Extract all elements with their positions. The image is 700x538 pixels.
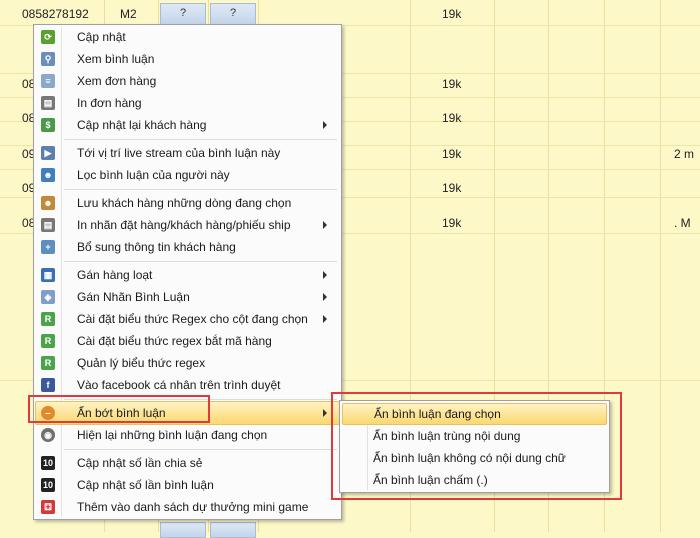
magnifier-icon: ⚲ [41,52,55,66]
menu-item-regex-column[interactable]: R Cài đặt biểu thức Regex cho cột đang c… [36,308,339,330]
cell-code[interactable]: M2 [120,7,137,21]
filter-user-icon: ☻ [41,168,55,182]
cell-right-text[interactable]: 2 m [674,147,694,161]
cell-price[interactable]: 19k [442,77,461,91]
tag-icon: ◈ [41,290,55,304]
submenu-arrow-icon [323,271,327,279]
printer-icon: ▤ [41,96,55,110]
regex-icon: R [41,356,55,370]
document-icon: ≡ [41,74,55,88]
menu-item-update-comment-count[interactable]: 10 Cập nhật số lần bình luận [36,474,339,496]
menu-item-view-comments[interactable]: ⚲ Xem bình luận [36,48,339,70]
menu-item-label: Cập nhật [77,30,126,44]
menu-item-update-customer[interactable]: $ Cập nhật lại khách hàng [36,114,339,136]
facebook-icon: f [41,378,55,392]
menu-item-label: Vào facebook cá nhân trên trình duyệt [77,378,281,392]
submenu-arrow-icon [323,221,327,229]
menu-item-label: In nhãn đặt hàng/khách hàng/phiếu ship [77,218,291,232]
menu-item-print-labels[interactable]: ▤ In nhãn đặt hàng/khách hàng/phiếu ship [36,214,339,236]
cell-price[interactable]: 19k [442,111,461,125]
menu-item-show-comments[interactable]: ◉ Hiện lại những bình luận đang chọn [36,424,339,446]
menu-item-label: Xem bình luận [77,52,155,66]
regex-icon: R [41,312,55,326]
dice-icon: ⚃ [41,500,55,514]
menu-item-label: Thêm vào danh sách dự thưởng mini game [77,500,309,514]
menu-item-label: Xem đơn hàng [77,74,157,88]
menu-separator [64,139,337,140]
menu-item-label: Bổ sung thông tin khách hàng [77,240,236,254]
menu-separator [64,189,337,190]
menu-item-manage-regex[interactable]: R Quản lý biểu thức regex [36,352,339,374]
menu-item-update-shares[interactable]: 10 Cập nhật số lần chia sẻ [36,452,339,474]
submenu-arrow-icon [323,315,327,323]
submenu-arrow-icon [323,409,327,417]
cell-right-text[interactable]: . M [674,216,691,230]
menu-item-add-customer-info[interactable]: + Bổ sung thông tin khách hàng [36,236,339,258]
add-info-icon: + [41,240,55,254]
cell-question-button-1[interactable]: ? [160,3,206,25]
save-customer-icon: ☻ [41,196,55,210]
cell-question-button-bottom-1[interactable] [160,522,206,538]
cell-phone[interactable]: 0858278192 [22,7,89,21]
menu-item-regex-product-code[interactable]: R Cài đặt biểu thức regex bắt mã hàng [36,330,339,352]
menu-item-tag-comments[interactable]: ◈ Gán Nhãn Bình Luận [36,286,339,308]
context-menu: ⟳ Cập nhật ⚲ Xem bình luận ≡ Xem đơn hàn… [33,24,342,520]
menu-item-label: Cập nhật số lần bình luận [77,478,214,492]
cell-price[interactable]: 19k [442,216,461,230]
menu-item-view-orders[interactable]: ≡ Xem đơn hàng [36,70,339,92]
cell-question-button-bottom-2[interactable] [210,522,256,538]
menu-item-print-order[interactable]: ▤ In đơn hàng [36,92,339,114]
menu-item-update[interactable]: ⟳ Cập nhật [36,26,339,48]
menu-item-label: Gán Nhãn Bình Luận [77,290,190,304]
eye-icon: ◉ [41,428,55,442]
menu-item-save-customers[interactable]: ☻ Lưu khách hàng những dòng đang chọn [36,192,339,214]
submenu-arrow-icon [323,293,327,301]
cell-price[interactable]: 19k [442,7,461,21]
menu-item-label: Tới vị trí live stream của bình luận này [77,146,281,160]
print-label-icon: ▤ [41,218,55,232]
menu-item-label: Lưu khách hàng những dòng đang chọn [77,196,292,210]
menu-item-batch-assign[interactable]: ▦ Gán hàng loạt [36,264,339,286]
counter-icon: 10 [41,478,55,492]
annotation-box-hide-item [28,395,210,423]
menu-separator [64,261,337,262]
stream-position-icon: ▶ [41,146,55,160]
menu-item-label: Lọc bình luận của người này [77,168,230,182]
cell-price[interactable]: 19k [442,181,461,195]
menu-item-label: Cài đặt biểu thức Regex cho cột đang chọ… [77,312,308,326]
counter-icon: 10 [41,456,55,470]
menu-item-label: Quản lý biểu thức regex [77,356,206,370]
menu-item-minigame[interactable]: ⚃ Thêm vào danh sách dự thưởng mini game [36,496,339,518]
customer-update-icon: $ [41,118,55,132]
menu-item-label: Cập nhật số lần chia sẻ [77,456,203,470]
batch-assign-icon: ▦ [41,268,55,282]
annotation-box-submenu [331,392,622,500]
menu-item-label: Hiện lại những bình luận đang chọn [77,428,268,442]
menu-item-label: Gán hàng loạt [77,268,153,282]
menu-item-open-facebook[interactable]: f Vào facebook cá nhân trên trình duyệt [36,374,339,396]
submenu-arrow-icon [323,121,327,129]
menu-item-filter-user[interactable]: ☻ Lọc bình luận của người này [36,164,339,186]
menu-item-go-to-stream[interactable]: ▶ Tới vị trí live stream của bình luận n… [36,142,339,164]
cell-question-button-2[interactable]: ? [210,3,256,25]
regex-icon: R [41,334,55,348]
menu-item-label: Cập nhật lại khách hàng [77,118,207,132]
cell-price[interactable]: 19k [442,147,461,161]
menu-item-label: In đơn hàng [77,96,142,110]
menu-item-label: Cài đặt biểu thức regex bắt mã hàng [77,334,272,348]
menu-separator [64,449,337,450]
refresh-icon: ⟳ [41,30,55,44]
